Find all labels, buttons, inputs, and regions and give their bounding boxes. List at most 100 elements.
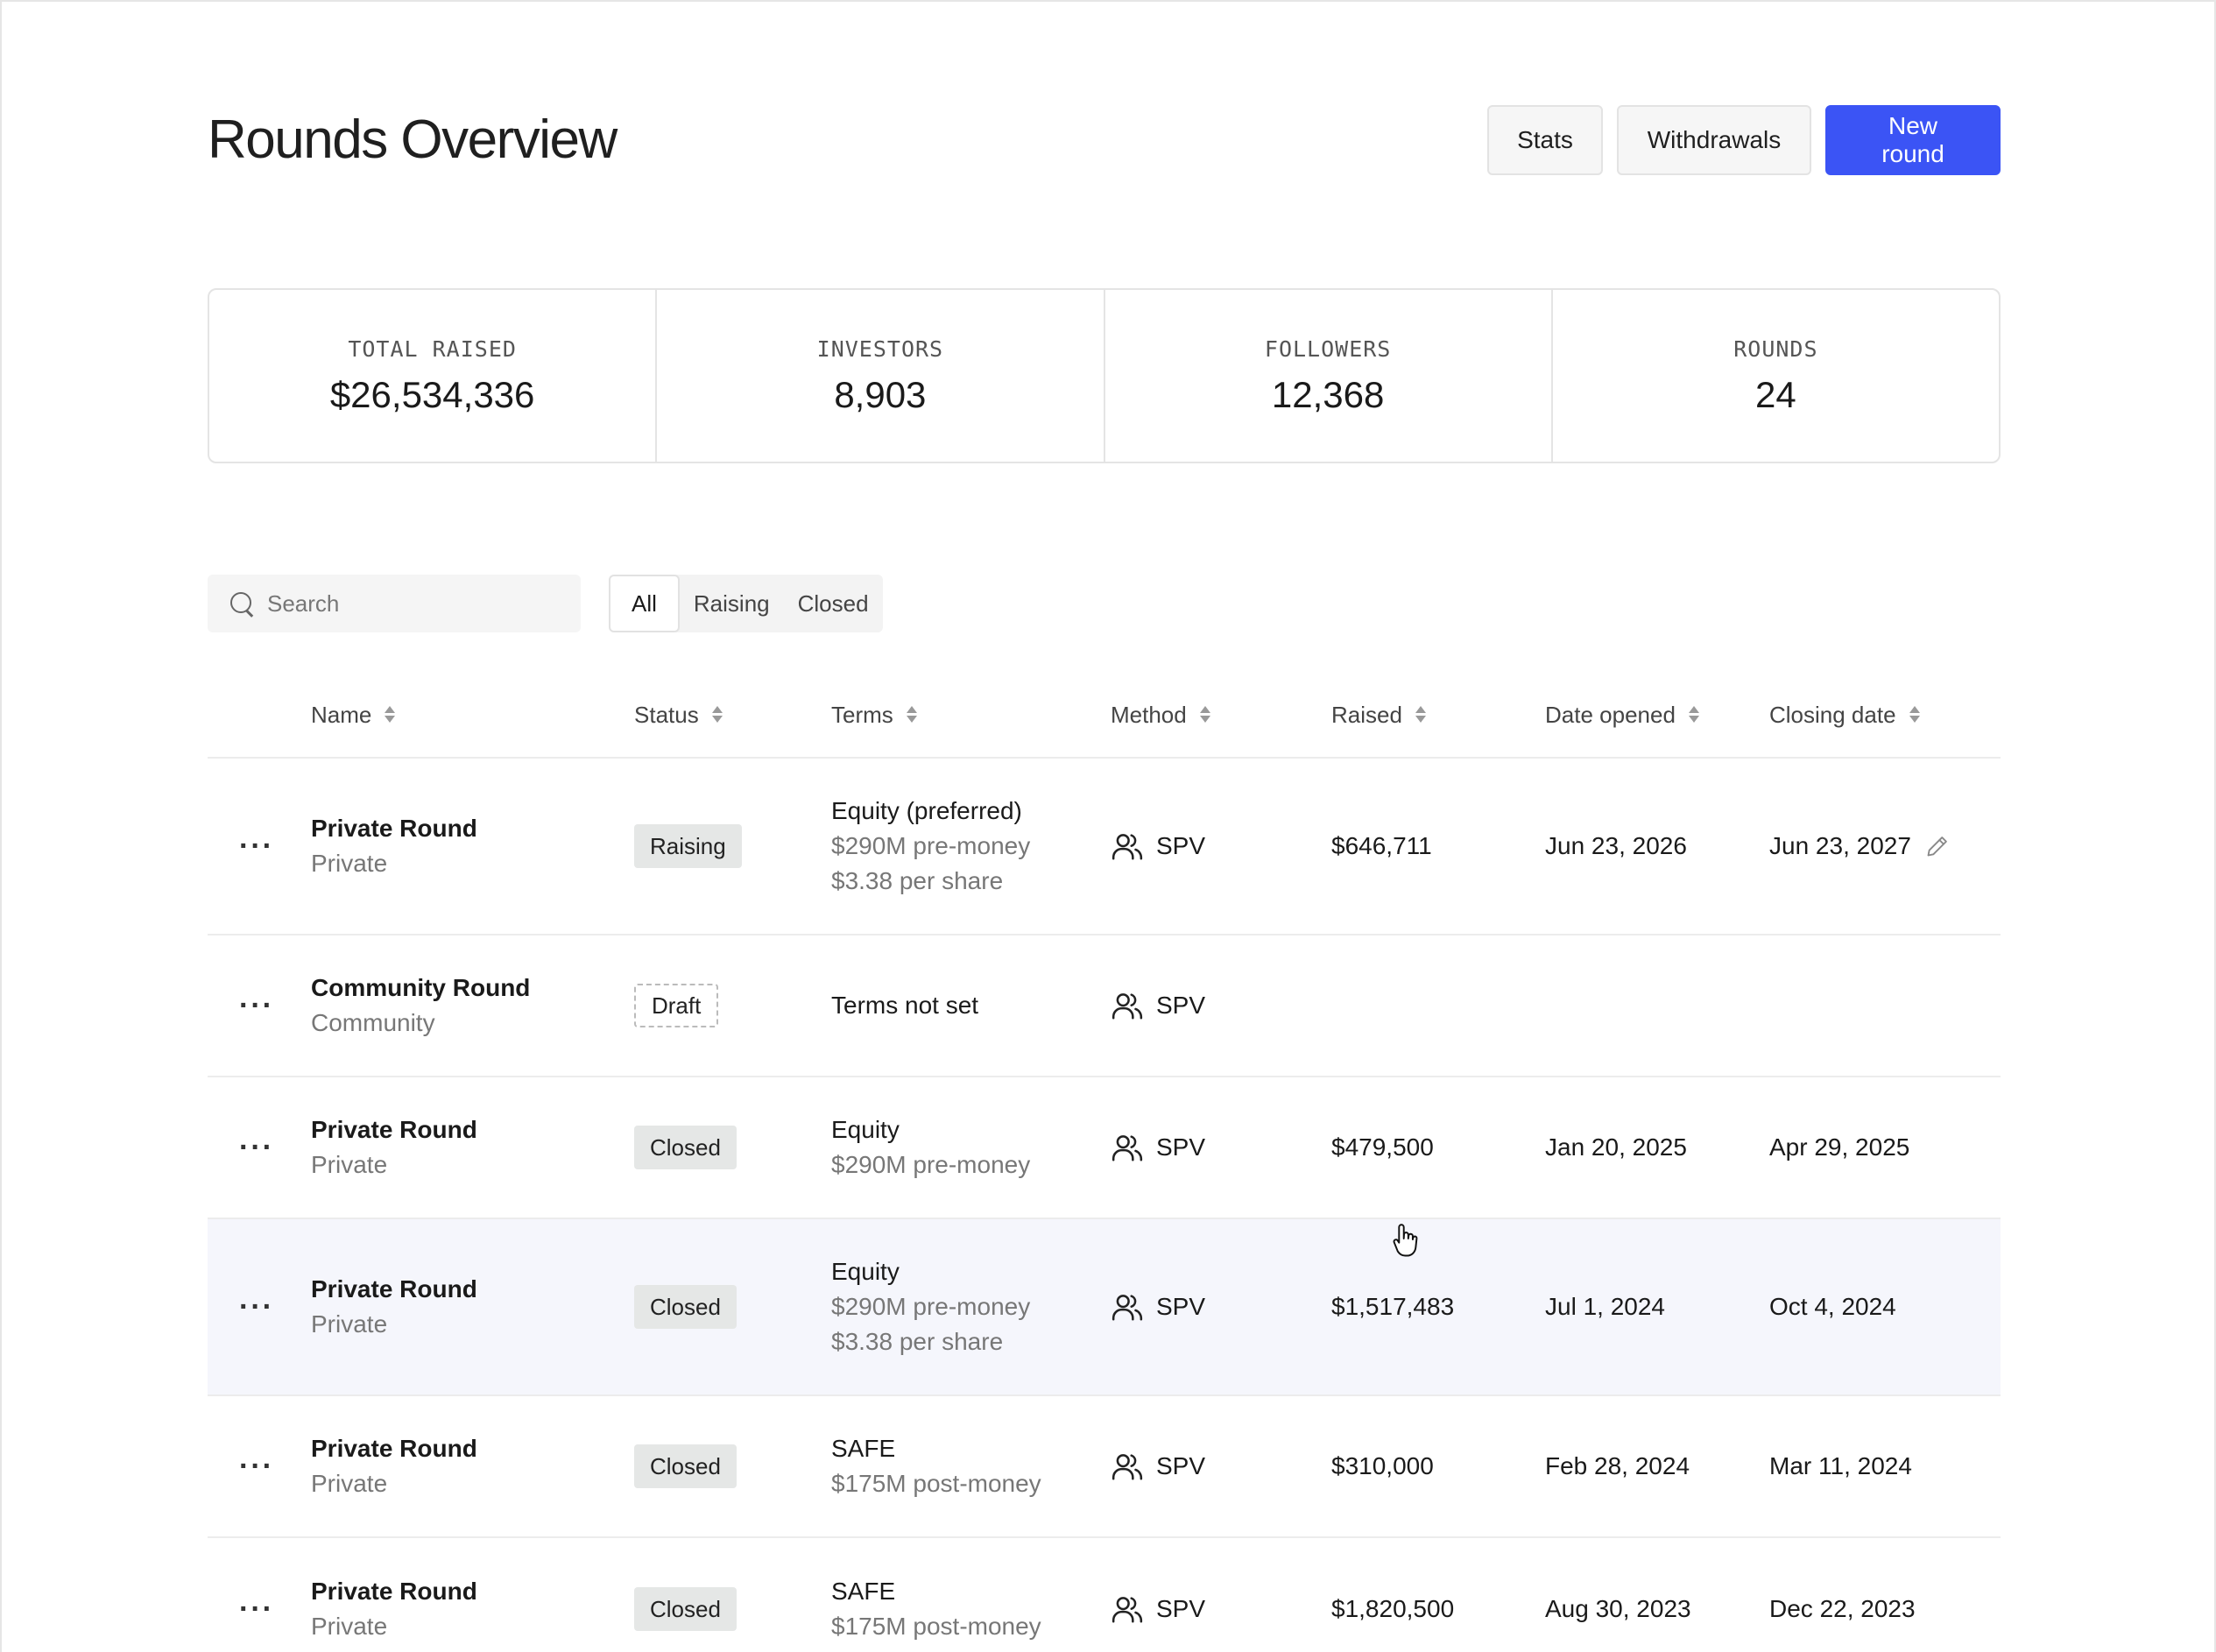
- round-name: Private Round: [311, 1435, 477, 1462]
- users-icon: [1112, 1135, 1143, 1161]
- stat-value: 12,368: [1271, 373, 1385, 415]
- sort-icon: [1415, 705, 1427, 724]
- cell-terms: SAFE $175M post-money: [831, 1538, 1041, 1652]
- column-label: Status: [634, 701, 699, 728]
- more-horizontal-icon: ···: [239, 1290, 274, 1324]
- method-label: SPV: [1156, 1452, 1206, 1479]
- round-name: Private Round: [311, 1578, 477, 1605]
- terms-price: $3.38 per share: [831, 867, 1004, 894]
- column-label: Date opened: [1545, 701, 1676, 728]
- table-row[interactable]: ··· Private Round Private Raising Equity…: [208, 759, 2001, 935]
- column-raised[interactable]: Raised: [1331, 671, 1427, 759]
- terms-valuation: $290M pre-money: [831, 1151, 1031, 1178]
- column-method[interactable]: Method: [1111, 671, 1211, 759]
- column-label: Terms: [831, 701, 893, 728]
- filter-all[interactable]: All: [609, 575, 680, 632]
- terms-valuation: $175M post-money: [831, 1470, 1041, 1497]
- row-actions[interactable]: ···: [239, 1396, 274, 1536]
- page-title: Rounds Overview: [208, 109, 618, 170]
- users-icon: [1112, 993, 1143, 1020]
- filter-bar: All Raising Closed: [208, 575, 883, 632]
- more-horizontal-icon: ···: [239, 1592, 274, 1626]
- cell-name: Private Round Private: [311, 1219, 477, 1394]
- terms-price: $3.38 per share: [831, 1328, 1004, 1355]
- table-row[interactable]: ··· Private Round Private Closed SAFE $1…: [208, 1538, 2001, 1652]
- column-closing-date[interactable]: Closing date: [1769, 671, 1921, 759]
- column-label: Raised: [1331, 701, 1402, 728]
- cell-date-opened: Aug 30, 2023: [1545, 1595, 1691, 1622]
- column-terms[interactable]: Terms: [831, 671, 918, 759]
- status-badge: Raising: [634, 824, 742, 868]
- cell-date-opened: Jul 1, 2024: [1545, 1293, 1665, 1320]
- table-row[interactable]: ··· Community Round Community Draft Term…: [208, 935, 2001, 1077]
- header-actions: Stats Withdrawals New round: [1487, 105, 2001, 175]
- terms-type: SAFE: [831, 1578, 896, 1605]
- table-row[interactable]: ··· Private Round Private Closed Equity …: [208, 1219, 2001, 1396]
- terms-type: Equity: [831, 1116, 900, 1143]
- search-box[interactable]: [208, 575, 581, 632]
- cell-name: Private Round Private: [311, 1538, 477, 1652]
- cell-status: Closed: [634, 1538, 737, 1652]
- users-icon: [1112, 1295, 1143, 1321]
- row-actions[interactable]: ···: [239, 1538, 274, 1652]
- closing-date-value: Jun 23, 2027: [1769, 832, 1911, 859]
- cell-terms: Equity (preferred) $290M pre-money $3.38…: [831, 759, 1030, 934]
- cell-closing-date: Mar 11, 2024: [1769, 1452, 1912, 1479]
- search-input[interactable]: [267, 589, 565, 618]
- withdrawals-button[interactable]: Withdrawals: [1617, 105, 1811, 175]
- cell-date-opened: Jan 20, 2025: [1545, 1133, 1687, 1161]
- row-actions[interactable]: ···: [239, 1077, 274, 1218]
- method-label: SPV: [1156, 1133, 1206, 1161]
- hand-pointer-cursor-icon: [1393, 1224, 1418, 1257]
- cell-raised: $310,000: [1331, 1452, 1434, 1479]
- new-round-button[interactable]: New round: [1825, 105, 2001, 175]
- status-badge: Draft: [634, 984, 719, 1027]
- method-label: SPV: [1156, 992, 1206, 1019]
- table-row[interactable]: ··· Private Round Private Closed SAFE $1…: [208, 1396, 2001, 1538]
- stats-button[interactable]: Stats: [1487, 105, 1603, 175]
- cell-date-opened: Feb 28, 2024: [1545, 1452, 1690, 1479]
- row-actions[interactable]: ···: [239, 1219, 274, 1394]
- cell-closing-date: Dec 22, 2023: [1769, 1595, 1916, 1622]
- sort-icon: [1688, 705, 1700, 724]
- table-row[interactable]: ··· Private Round Private Closed Equity …: [208, 1077, 2001, 1219]
- round-type: Community: [311, 1009, 435, 1036]
- cell-raised: $646,711: [1331, 832, 1432, 859]
- more-horizontal-icon: ···: [239, 1450, 274, 1483]
- filter-raising[interactable]: Raising: [680, 575, 784, 632]
- method-label: SPV: [1156, 832, 1206, 859]
- row-actions[interactable]: ···: [239, 935, 274, 1076]
- cell-terms: Equity $290M pre-money: [831, 1077, 1030, 1218]
- method-label: SPV: [1156, 1595, 1206, 1622]
- column-label: Method: [1111, 701, 1187, 728]
- round-name: Community Round: [311, 974, 531, 1001]
- round-name: Private Round: [311, 815, 477, 842]
- column-date-opened[interactable]: Date opened: [1545, 671, 1700, 759]
- sort-icon: [384, 705, 396, 724]
- cell-closing-date: Oct 4, 2024: [1769, 1293, 1896, 1320]
- cell-method: SPV: [1111, 1538, 1205, 1652]
- cell-name: Community Round Community: [311, 935, 530, 1076]
- terms-valuation: $290M pre-money: [831, 832, 1031, 859]
- cell-method: SPV: [1111, 759, 1205, 934]
- cell-method: SPV: [1111, 1219, 1205, 1394]
- filter-closed[interactable]: Closed: [784, 575, 883, 632]
- cell-terms: SAFE $175M post-money: [831, 1396, 1041, 1536]
- cell-status: Draft: [634, 935, 719, 1076]
- stat-followers: FOLLOWERS 12,368: [1105, 290, 1553, 462]
- row-actions[interactable]: ···: [239, 759, 274, 934]
- column-name[interactable]: Name: [311, 671, 396, 759]
- cell-method: SPV: [1111, 935, 1205, 1076]
- rounds-table: Name Status Terms Method Raised Date ope…: [208, 671, 2001, 1652]
- cell-status: Closed: [634, 1077, 737, 1218]
- stat-value: 24: [1755, 373, 1796, 415]
- pencil-icon[interactable]: [1925, 834, 1950, 858]
- terms-type: SAFE: [831, 1435, 896, 1462]
- status-filter: All Raising Closed: [609, 575, 883, 632]
- more-horizontal-icon: ···: [239, 989, 274, 1022]
- round-type: Private: [311, 1470, 388, 1497]
- users-icon: [1112, 1597, 1143, 1623]
- sort-icon: [711, 705, 723, 724]
- users-icon: [1112, 1454, 1143, 1480]
- column-status[interactable]: Status: [634, 671, 723, 759]
